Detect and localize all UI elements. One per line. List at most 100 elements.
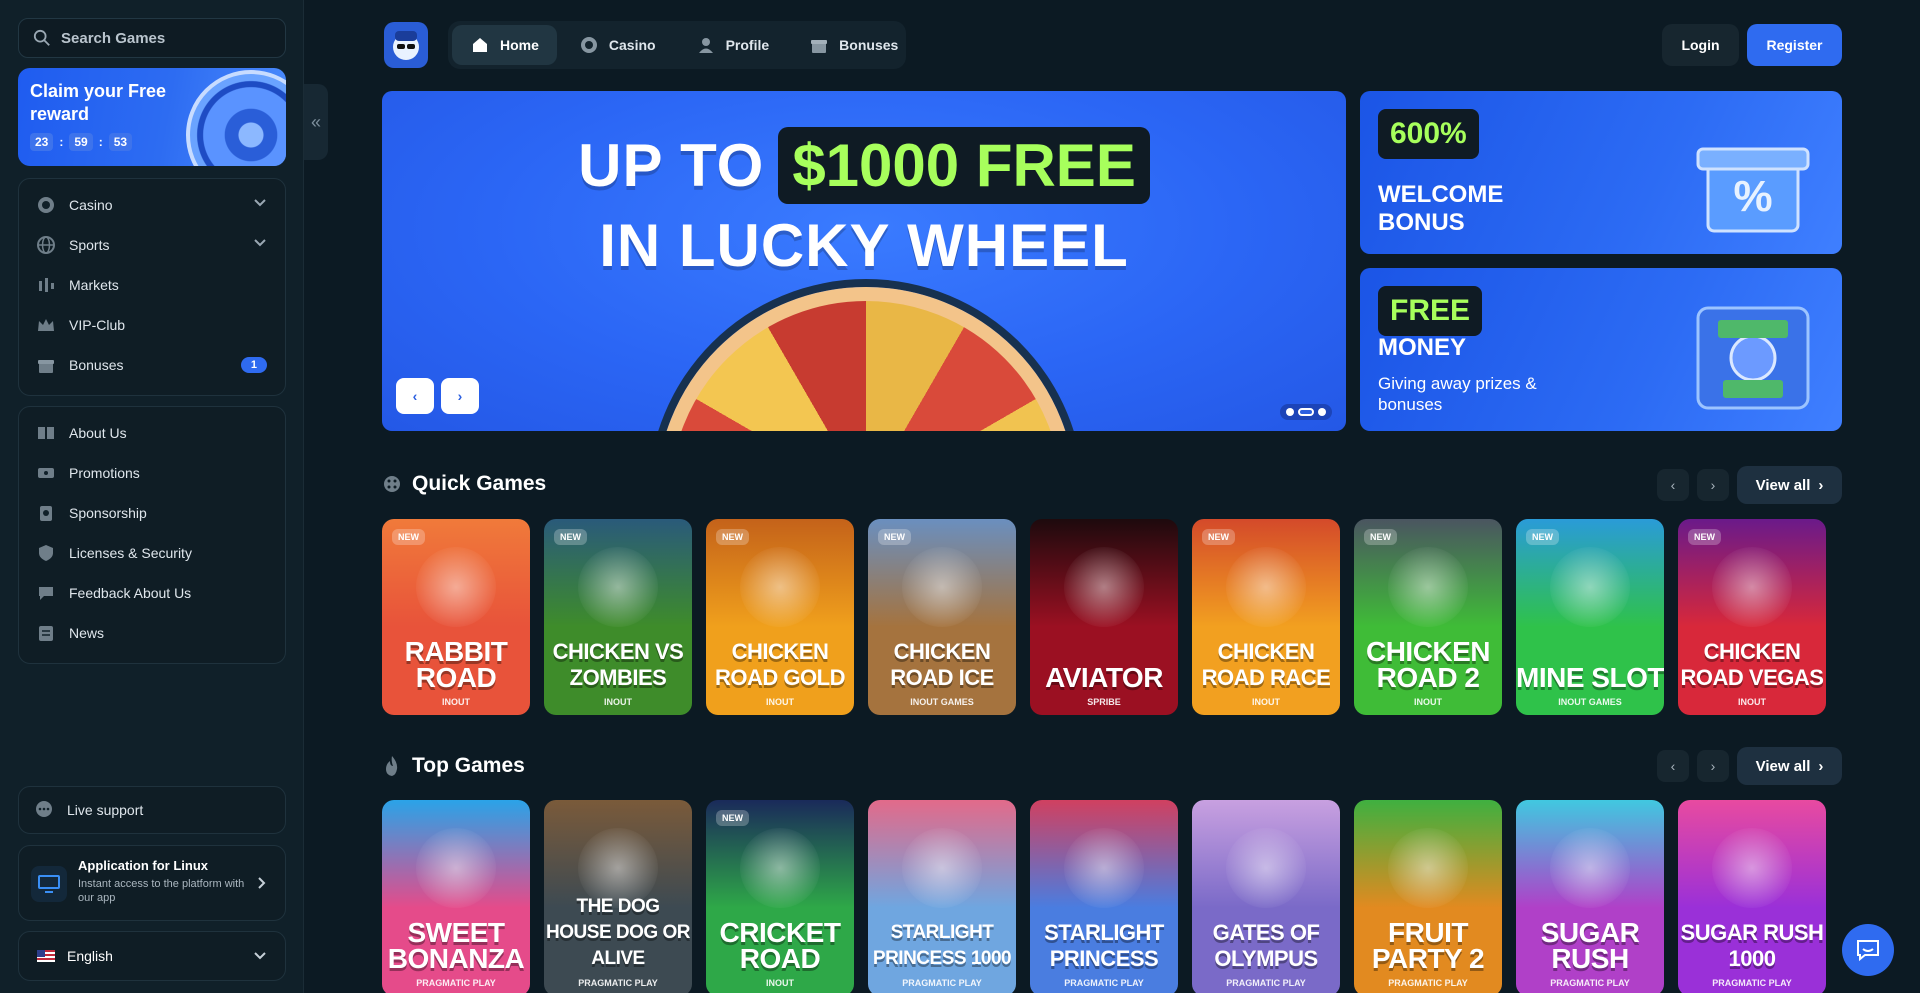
sidebar-item-label: Sponsorship (69, 505, 147, 521)
game-card[interactable]: NEW CHICKEN VS ZOMBIES INOUT (544, 519, 692, 715)
sidebar-item-label: Promotions (69, 465, 140, 481)
game-title: SUGAR RUSH 1000 (1680, 920, 1824, 971)
game-card[interactable]: NEW CHICKEN ROAD 2 INOUT (1354, 519, 1502, 715)
top-games-view-all[interactable]: View all › (1737, 747, 1842, 785)
sidebar-item-sports[interactable]: Sports (19, 225, 285, 265)
game-card[interactable]: STARLIGHT PRINCESS 1000 PRAGMATIC PLAY (868, 800, 1016, 993)
reward-wheel-icon (186, 70, 286, 166)
game-card[interactable]: SWEET BONANZA PRAGMATIC PLAY (382, 800, 530, 993)
game-card[interactable]: AVIATOR SPRIBE (1030, 519, 1178, 715)
carousel-dot[interactable] (1286, 408, 1294, 416)
game-card[interactable]: SUGAR RUSH PRAGMATIC PLAY (1516, 800, 1664, 993)
view-all-label: View all (1755, 476, 1811, 494)
language-selector[interactable]: English (18, 931, 286, 981)
sidebar-item-label: Licenses & Security (69, 545, 192, 561)
chat-icon (36, 801, 52, 817)
reward-timer: 23: 59: 53 (30, 133, 133, 151)
tab-bonuses[interactable]: Bonuses (791, 25, 916, 65)
top-games-next[interactable]: › (1697, 750, 1729, 782)
game-card[interactable]: NEW CHICKEN ROAD GOLD INOUT (706, 519, 854, 715)
quick-games-next[interactable]: › (1697, 469, 1729, 501)
sidebar-item-markets[interactable]: Markets (19, 265, 285, 305)
language-label: English (67, 948, 113, 964)
linux-app-banner[interactable]: Application for Linux Instant access to … (18, 845, 286, 921)
info-nav: About Us Promotions Sponsorship Licenses… (18, 406, 286, 664)
casino-icon (580, 37, 597, 53)
sidebar-item-about-us[interactable]: About Us (19, 413, 285, 453)
sidebar-item-casino[interactable]: Casino (19, 185, 285, 225)
globe-icon (35, 234, 57, 256)
chevron-right-icon (258, 877, 266, 889)
section-title: Quick Games (412, 472, 547, 495)
claim-reward-banner[interactable]: Claim your Free reward 23: 59: 53 (18, 68, 286, 166)
hero-next-button[interactable]: › (441, 378, 479, 414)
carousel-dot[interactable] (1318, 408, 1326, 416)
game-provider: PRAGMATIC PLAY (1712, 978, 1792, 988)
game-card[interactable]: THE DOG HOUSE DOG OR ALIVE PRAGMATIC PLAY (544, 800, 692, 993)
site-logo[interactable] (384, 22, 428, 68)
tab-home[interactable]: Home (452, 25, 557, 65)
top-games-prev[interactable]: ‹ (1657, 750, 1689, 782)
game-card[interactable]: NEW RABBIT ROAD INOUT (382, 519, 530, 715)
game-title: SUGAR RUSH (1540, 917, 1640, 974)
game-title: SWEET BONANZA (387, 917, 525, 974)
carousel-dot-active[interactable] (1298, 408, 1314, 416)
sidebar: Search Games Claim your Free reward 23: … (0, 0, 304, 993)
game-title: FRUIT PARTY 2 (1371, 917, 1485, 974)
carousel-indicator (1280, 404, 1332, 420)
chat-bubble-icon (1857, 940, 1879, 962)
game-card[interactable]: GATES OF OLYMPUS PRAGMATIC PLAY (1192, 800, 1340, 993)
crown-icon (35, 314, 57, 336)
game-provider: PRAGMATIC PLAY (578, 978, 658, 988)
game-title: CHICKEN ROAD GOLD (715, 639, 845, 690)
free-money-banner[interactable]: FREE MONEY Giving away prizes & bonuses (1360, 268, 1842, 431)
tab-label: Bonuses (839, 37, 899, 53)
new-badge: NEW (878, 529, 911, 545)
game-card[interactable]: NEW MINE SLOT INOUT GAMES (1516, 519, 1664, 715)
sidebar-item-vip-club[interactable]: VIP-Club (19, 305, 285, 345)
tab-label: Home (500, 37, 539, 53)
hero-amount: $1000 FREE (778, 127, 1150, 204)
search-placeholder: Search Games (61, 29, 166, 47)
sidebar-item-promotions[interactable]: Promotions (19, 453, 285, 493)
live-support-button[interactable]: Live support (18, 786, 286, 834)
sidebar-item-news[interactable]: News (19, 613, 285, 653)
new-badge: NEW (554, 529, 587, 545)
bonus-count-badge: 1 (240, 357, 267, 373)
chat-support-button[interactable] (1842, 924, 1894, 976)
sidebar-item-sponsorship[interactable]: Sponsorship (19, 493, 285, 533)
tab-casino[interactable]: Casino (561, 25, 674, 65)
user-icon (698, 38, 713, 53)
game-provider: INOUT GAMES (910, 697, 974, 707)
free-money-subtitle: Giving away prizes & bonuses (1378, 374, 1537, 414)
hero-banner[interactable]: UP TO $1000 FREE IN LUCKY WHEEL ‹ › (382, 91, 1346, 431)
sidebar-item-licenses-security[interactable]: Licenses & Security (19, 533, 285, 573)
game-card[interactable]: SUGAR RUSH 1000 PRAGMATIC PLAY (1678, 800, 1826, 993)
game-provider: PRAGMATIC PLAY (1226, 978, 1306, 988)
game-artwork (1712, 547, 1792, 627)
tab-profile[interactable]: Profile (678, 25, 788, 65)
game-title: GATES OF OLYMPUS (1212, 920, 1320, 971)
game-card[interactable]: STARLIGHT PRINCESS PRAGMATIC PLAY (1030, 800, 1178, 993)
double-chevron-left-icon: « (310, 111, 321, 132)
collapse-sidebar-button[interactable]: « (304, 84, 328, 160)
game-card[interactable]: NEW CHICKEN ROAD VEGAS INOUT (1678, 519, 1826, 715)
search-input[interactable]: Search Games (18, 18, 286, 58)
welcome-bonus-banner[interactable]: % 600% WELCOME BONUS (1360, 91, 1842, 254)
game-card[interactable]: FRUIT PARTY 2 PRAGMATIC PLAY (1354, 800, 1502, 993)
quick-games-prev[interactable]: ‹ (1657, 469, 1689, 501)
game-provider: PRAGMATIC PLAY (902, 978, 982, 988)
game-artwork (1712, 828, 1792, 908)
news-icon (35, 622, 57, 644)
game-card[interactable]: NEW CRICKET ROAD INOUT (706, 800, 854, 993)
game-title: CHICKEN ROAD RACE (1201, 639, 1331, 690)
quick-games-view-all[interactable]: View all › (1737, 466, 1842, 504)
sidebar-item-feedback[interactable]: Feedback About Us (19, 573, 285, 613)
register-button[interactable]: Register (1747, 24, 1842, 66)
sidebar-item-bonuses[interactable]: Bonuses 1 (19, 345, 285, 385)
login-button[interactable]: Login (1662, 24, 1739, 66)
game-provider: PRAGMATIC PLAY (1550, 978, 1630, 988)
game-card[interactable]: NEW CHICKEN ROAD RACE INOUT (1192, 519, 1340, 715)
hero-prev-button[interactable]: ‹ (396, 378, 434, 414)
game-card[interactable]: NEW CHICKEN ROAD ICE INOUT GAMES (868, 519, 1016, 715)
